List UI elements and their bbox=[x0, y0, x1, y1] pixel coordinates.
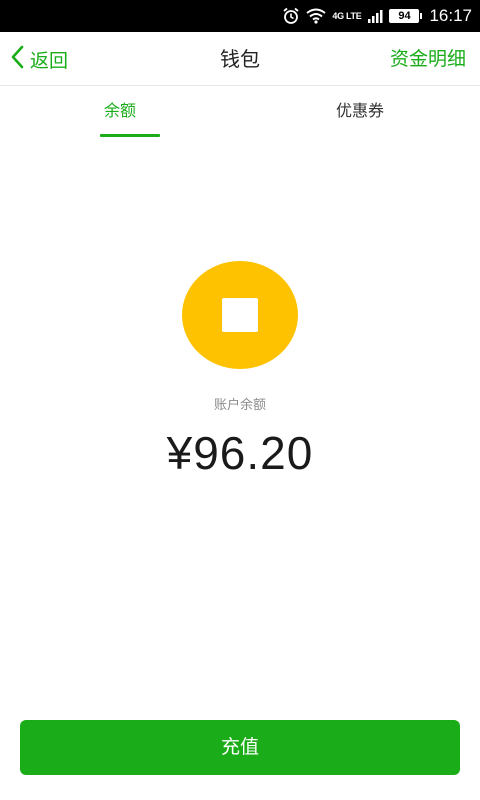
tab-balance[interactable]: 余额 bbox=[0, 87, 240, 137]
alarm-icon bbox=[282, 7, 300, 25]
wifi-icon bbox=[306, 8, 327, 24]
title-bar: 钱包 返回 资金明细 bbox=[0, 32, 480, 86]
fund-details-link[interactable]: 资金明细 bbox=[390, 32, 466, 86]
back-label: 返回 bbox=[30, 49, 69, 72]
chevron-left-icon bbox=[10, 45, 24, 73]
recharge-button[interactable]: 充值 bbox=[20, 720, 460, 775]
status-icons: 4G LTE 94 16:17 bbox=[282, 0, 472, 32]
status-bar: 4G LTE 94 16:17 bbox=[0, 0, 480, 32]
wallet-page: 4G LTE 94 16:17 钱包 返回 资金明细 余额 优惠券 账户余额 ¥… bbox=[0, 0, 480, 800]
battery-icon: 94 bbox=[389, 9, 423, 23]
coin-square-hole bbox=[222, 298, 258, 332]
signal-icon bbox=[367, 8, 383, 24]
network-type-label: 4G LTE bbox=[332, 11, 362, 21]
battery-level: 94 bbox=[398, 10, 411, 22]
status-time: 16:17 bbox=[429, 6, 472, 25]
back-button[interactable]: 返回 bbox=[10, 32, 68, 86]
tab-bar: 余额 优惠券 bbox=[0, 87, 480, 137]
tab-coupons[interactable]: 优惠券 bbox=[240, 87, 480, 137]
balance-label: 账户余额 bbox=[213, 398, 266, 413]
balance-amount: ¥96.20 bbox=[166, 427, 314, 479]
coin-icon bbox=[182, 261, 298, 369]
